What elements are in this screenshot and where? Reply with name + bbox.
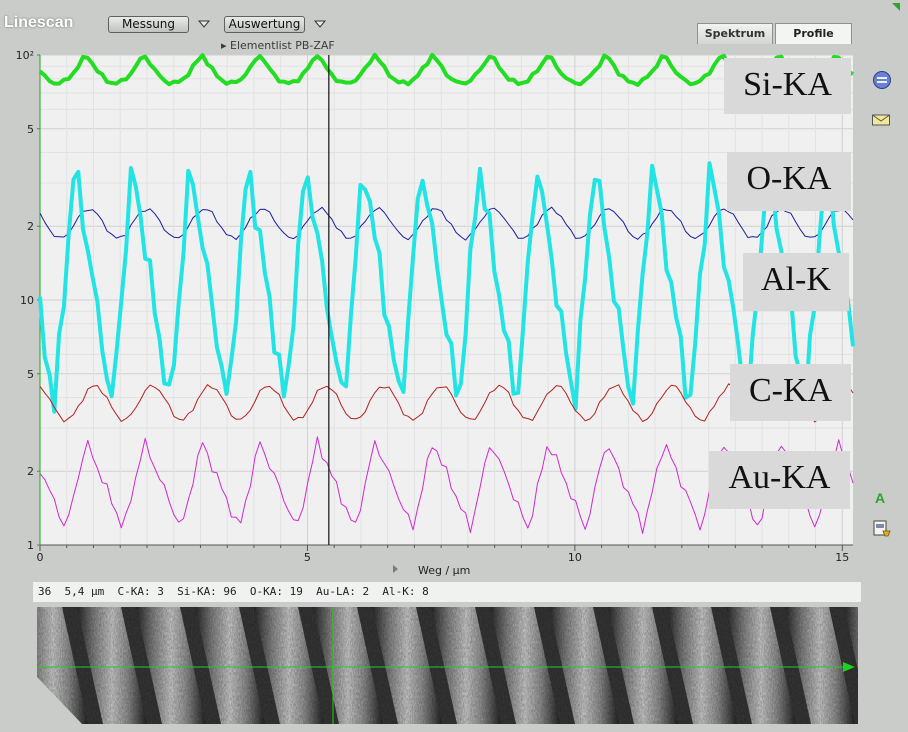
text-a-icon[interactable]: A [875, 490, 885, 506]
element-label-c-ka: C-KA [730, 364, 851, 421]
element-label-au-ka: Au-KA [709, 451, 850, 509]
x-tick-label: 0 [37, 551, 44, 564]
x-tick-label: 15 [835, 551, 849, 564]
xlabel-arrow-icon [393, 565, 398, 573]
y-tick-label: 2 [27, 220, 34, 233]
y-tick-label: 1 [27, 539, 34, 552]
sem-image[interactable] [37, 607, 858, 724]
y-tick-label: 2 [27, 465, 34, 478]
element-label-o-ka: O-KA [727, 152, 851, 211]
envelope-icon[interactable] [871, 113, 891, 127]
x-axis-label: Weg / µm [418, 564, 470, 577]
x-tick-label: 5 [304, 551, 311, 564]
element-label-si-ka: Si-KA [724, 58, 851, 114]
y-tick-label: 5 [27, 368, 34, 381]
y-tick-label: 5 [27, 123, 34, 136]
navigate-icon[interactable] [872, 70, 892, 90]
export-icon[interactable] [872, 519, 892, 539]
x-tick-label: 10 [568, 551, 582, 564]
y-tick-label: 10² [16, 49, 34, 62]
y-tick-label: 10 [20, 294, 34, 307]
cursor-readout: 36 5,4 µm C-KA: 3 Si-KA: 96 O-KA: 19 Au-… [33, 582, 861, 602]
element-label-al-k: Al-K [743, 253, 849, 311]
